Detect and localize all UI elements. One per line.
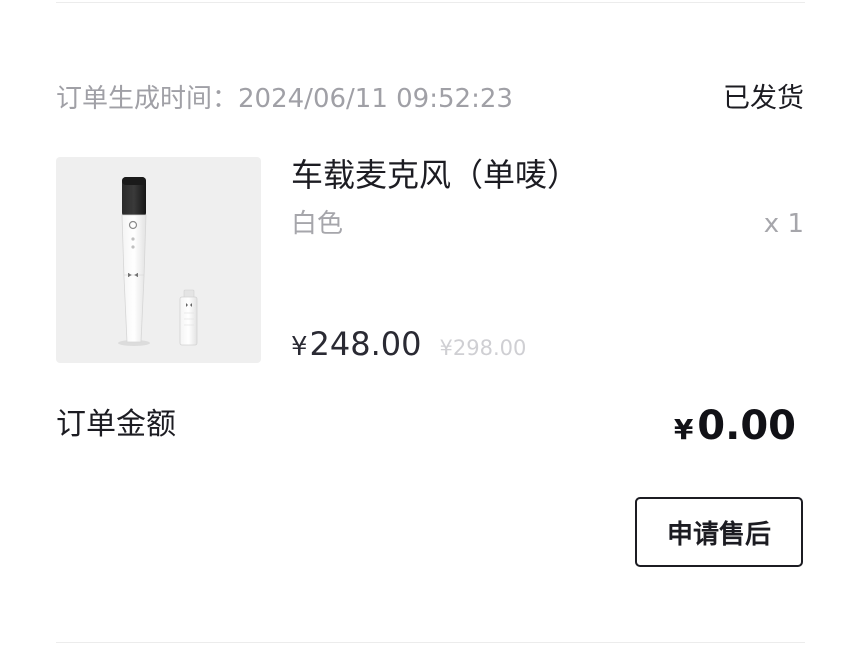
total-currency-symbol: ¥ [673, 413, 694, 446]
current-price-value: 248.00 [309, 325, 422, 363]
price-row: ¥248.00 ¥298.00 [291, 322, 526, 366]
product-image[interactable] [56, 157, 261, 363]
currency-symbol: ¥ [291, 332, 308, 362]
microphone-icon [118, 177, 198, 346]
order-status: 已发货 [723, 83, 804, 114]
current-price: ¥248.00 [291, 322, 422, 369]
product-quantity: x 1 [763, 209, 804, 239]
product-variant: 白色 [291, 209, 344, 239]
order-total-label: 订单金额 [56, 407, 176, 442]
apply-after-sale-button[interactable]: 申请售后 [635, 497, 803, 567]
order-total-amount: ¥0.00 [674, 398, 796, 454]
total-value: 0.00 [697, 403, 796, 449]
product-name[interactable]: 车载麦克风（单唛） [291, 154, 579, 196]
bottom-divider [56, 642, 805, 643]
order-time-value: 2024/06/11 09:52:23 [238, 84, 513, 114]
original-price: ¥298.00 [439, 336, 527, 360]
top-divider [56, 2, 805, 3]
order-time: 订单生成时间：2024/06/11 09:52:23 [56, 82, 513, 116]
order-time-label: 订单生成时间： [56, 84, 239, 114]
